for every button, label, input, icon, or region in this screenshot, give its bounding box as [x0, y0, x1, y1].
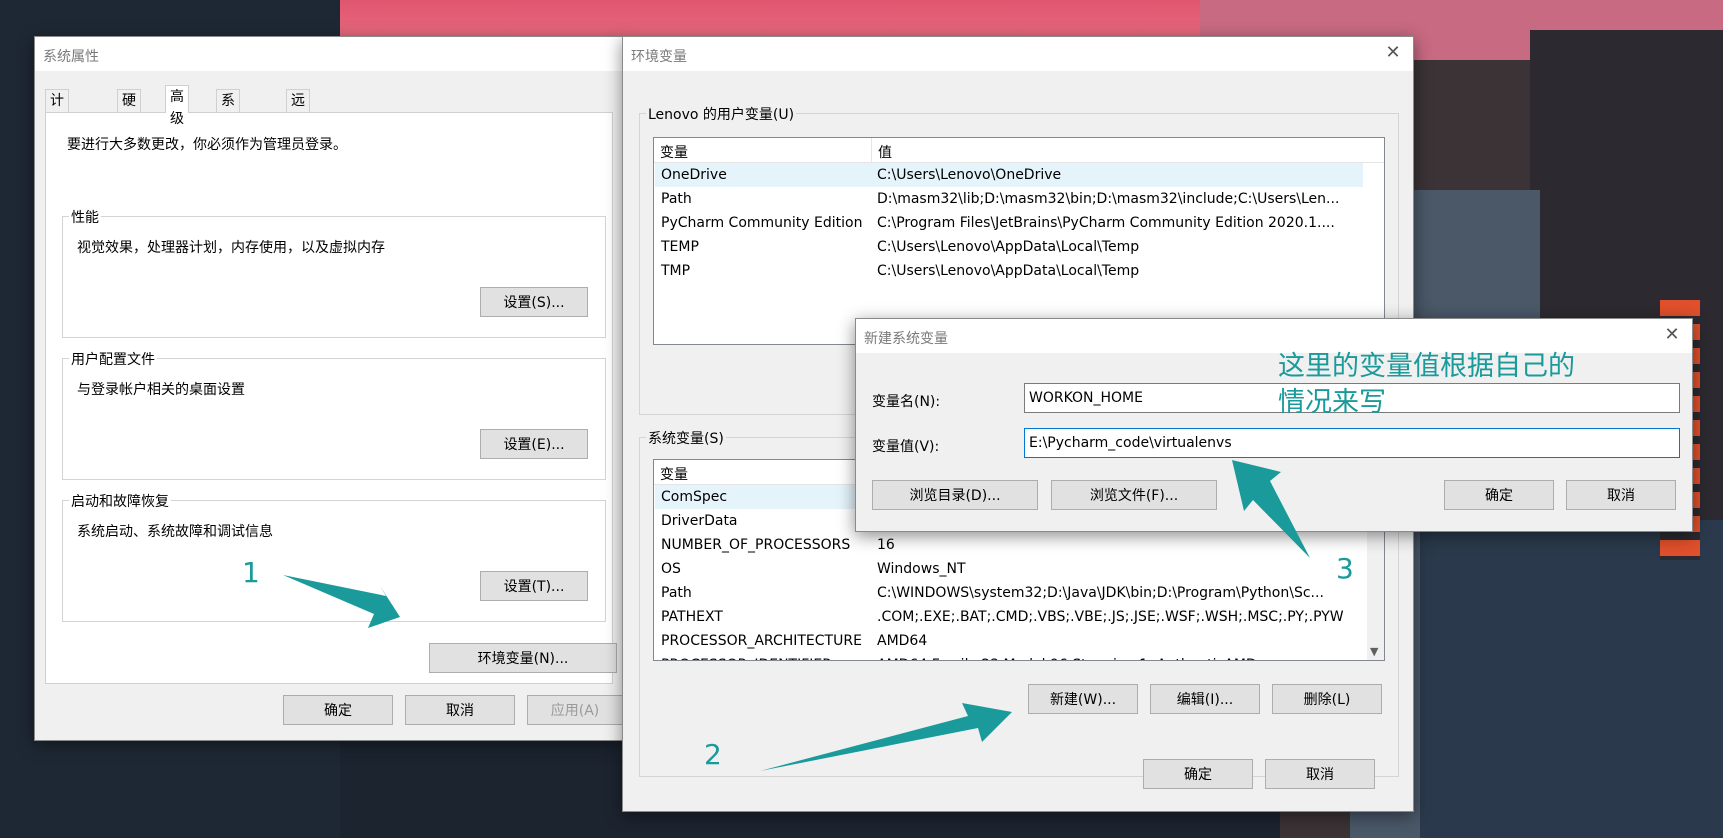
chevron-down-icon[interactable]: ▼: [1370, 645, 1378, 658]
var-value: D:\masm32\lib;D:\masm32\bin;D:\masm32\in…: [877, 191, 1340, 207]
system-properties-window: 系统属性 计算机名 硬件 高级 系统保护 远程 要进行大多数更改，你必须作为管理…: [34, 36, 624, 741]
user-variables-table[interactable]: 变量 值 OneDrive C:\Users\Lenovo\OneDrive P…: [653, 137, 1385, 345]
var-name: OneDrive: [661, 167, 727, 183]
var-value: C:\Program Files\JetBrains\PyCharm Commu…: [877, 215, 1335, 231]
var-name: PyCharm Community Edition: [661, 215, 863, 231]
var-name: Path: [661, 585, 692, 601]
table-row[interactable]: NUMBER_OF_PROCESSORS 16: [655, 533, 1363, 557]
performance-group: 性能 视觉效果，处理器计划，内存使用，以及虚拟内存 设置(S)...: [62, 207, 606, 338]
var-name: ComSpec: [661, 489, 728, 505]
close-icon[interactable]: ✕: [1660, 323, 1684, 347]
variable-value-input[interactable]: E:\Pycharm_code\virtualenvs: [1024, 428, 1680, 458]
var-value: AMD64: [877, 633, 928, 649]
var-name: Path: [661, 191, 692, 207]
environment-variables-button[interactable]: 环境变量(N)...: [429, 643, 617, 673]
col-variable[interactable]: 变量: [660, 464, 688, 484]
variable-value-label: 变量值(V):: [872, 439, 940, 455]
table-header: 变量 值: [654, 138, 1384, 163]
table-row[interactable]: TEMP C:\Users\Lenovo\AppData\Local\Temp: [655, 235, 1363, 259]
var-name: DriverData: [661, 513, 738, 529]
table-row[interactable]: TMP C:\Users\Lenovo\AppData\Local\Temp: [655, 259, 1363, 283]
profile-settings-button[interactable]: 设置(E)...: [480, 429, 588, 459]
table-row[interactable]: OS Windows_NT: [655, 557, 1363, 581]
step-label-2: 2: [704, 738, 722, 771]
variable-name-label: 变量名(N):: [872, 394, 941, 410]
var-name: PROCESSOR_IDENTIFIER: [661, 653, 832, 660]
delete-button[interactable]: 删除(L): [1272, 684, 1382, 714]
table-row[interactable]: PROCESSOR_ARCHITECTURE AMD64: [655, 629, 1363, 653]
startup-group: 启动和故障恢复 系统启动、系统故障和调试信息 设置(T)...: [62, 491, 606, 622]
var-value: 16: [877, 537, 895, 553]
cancel-button[interactable]: 取消: [1566, 480, 1676, 510]
window-title: 新建系统变量: [864, 331, 948, 347]
var-value: C:\Users\Lenovo\OneDrive: [877, 167, 1062, 183]
tab-computer-name[interactable]: 计算机名: [45, 89, 69, 175]
step-label-3: 3: [1336, 552, 1354, 585]
table-row[interactable]: PATHEXT .COM;.EXE;.BAT;.CMD;.VBS;.VBE;.J…: [655, 605, 1363, 629]
table-row[interactable]: Path D:\masm32\lib;D:\masm32\bin;D:\masm…: [655, 187, 1363, 211]
browse-directory-button[interactable]: 浏览目录(D)...: [872, 480, 1038, 510]
table-row[interactable]: PyCharm Community Edition C:\Program Fil…: [655, 211, 1363, 235]
var-name: TMP: [661, 263, 691, 279]
tab-remote[interactable]: 远程: [286, 89, 310, 131]
var-name: NUMBER_OF_PROCESSORS: [661, 537, 851, 553]
var-name: TEMP: [661, 239, 699, 255]
window-title: 系统属性: [43, 49, 99, 65]
titlebar[interactable]: 系统属性: [35, 37, 623, 71]
ok-button[interactable]: 确定: [283, 695, 393, 725]
performance-title: 性能: [69, 207, 101, 227]
close-icon[interactable]: ✕: [1381, 41, 1405, 65]
column-divider[interactable]: [871, 138, 872, 162]
annotation-note-line1: 这里的变量值根据自己的: [1278, 351, 1575, 382]
apply-button[interactable]: 应用(A): [527, 695, 623, 725]
edit-button[interactable]: 编辑(I)...: [1150, 684, 1260, 714]
titlebar[interactable]: 环境变量 ✕: [623, 37, 1413, 71]
col-value[interactable]: 值: [878, 142, 892, 162]
ok-button[interactable]: 确定: [1444, 480, 1554, 510]
tab-system-protection[interactable]: 系统保护: [216, 89, 240, 175]
profile-desc: 与登录帐户相关的桌面设置: [77, 382, 245, 398]
profile-group: 用户配置文件 与登录帐户相关的桌面设置 设置(E)...: [62, 349, 606, 480]
var-value: Windows_NT: [877, 561, 966, 577]
ok-button[interactable]: 确定: [1143, 759, 1253, 789]
advanced-panel: 要进行大多数更改，你必须作为管理员登录。 性能 视觉效果，处理器计划，内存使用，…: [45, 112, 617, 684]
tab-hardware[interactable]: 硬件: [117, 89, 141, 131]
var-name: OS: [661, 561, 681, 577]
table-row[interactable]: OneDrive C:\Users\Lenovo\OneDrive: [655, 163, 1363, 187]
startup-desc: 系统启动、系统故障和调试信息: [77, 524, 273, 540]
var-value: C:\Users\Lenovo\AppData\Local\Temp: [877, 239, 1140, 255]
admin-notice: 要进行大多数更改，你必须作为管理员登录。: [67, 137, 347, 153]
annotation-note-line2: 情况来写: [1278, 387, 1386, 418]
var-name: PROCESSOR_ARCHITECTURE: [661, 633, 862, 649]
user-variables-title: Lenovo 的用户变量(U): [646, 104, 797, 124]
browse-file-button[interactable]: 浏览文件(F)...: [1051, 480, 1217, 510]
step-label-1: 1: [242, 556, 260, 589]
var-value: .COM;.EXE;.BAT;.CMD;.VBS;.VBE;.JS;.JSE;.…: [877, 609, 1344, 625]
cancel-button[interactable]: 取消: [1265, 759, 1375, 789]
var-value: C:\Users\Lenovo\AppData\Local\Temp: [877, 263, 1140, 279]
profile-title: 用户配置文件: [69, 349, 157, 369]
table-row[interactable]: Path C:\WINDOWS\system32;D:\Java\JDK\bin…: [655, 581, 1363, 605]
var-value: AMD64 Family 23 Model 96 Stepping 1, Aut…: [877, 653, 1363, 660]
table-row[interactable]: PROCESSOR_IDENTIFIER AMD64 Family 23 Mod…: [655, 653, 1363, 660]
performance-settings-button[interactable]: 设置(S)...: [480, 287, 588, 317]
performance-desc: 视觉效果，处理器计划，内存使用，以及虚拟内存: [77, 240, 385, 256]
var-name: PATHEXT: [661, 609, 723, 625]
window-title: 环境变量: [631, 49, 687, 65]
new-button[interactable]: 新建(W)...: [1028, 684, 1138, 714]
startup-title: 启动和故障恢复: [69, 491, 171, 511]
system-variables-title: 系统变量(S): [646, 428, 726, 448]
col-variable[interactable]: 变量: [660, 142, 688, 162]
tab-advanced[interactable]: 高级: [165, 85, 189, 127]
var-value: C:\WINDOWS\system32;D:\Java\JDK\bin;D:\P…: [877, 585, 1324, 601]
building-right-4: [1420, 520, 1723, 838]
startup-settings-button[interactable]: 设置(T)...: [480, 571, 588, 601]
cancel-button[interactable]: 取消: [405, 695, 515, 725]
